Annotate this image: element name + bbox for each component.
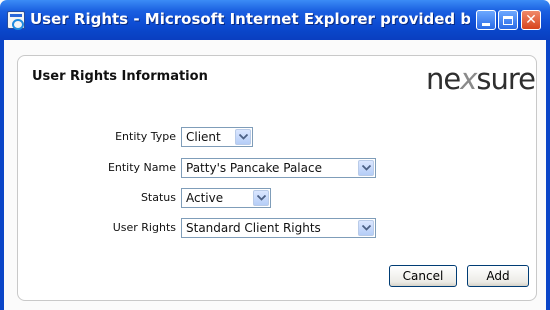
chevron-down-icon[interactable]	[253, 190, 269, 206]
entity-type-value: Client	[186, 130, 221, 144]
browser-window: User Rights - Microsoft Internet Explore…	[0, 0, 550, 310]
user-rights-value: Standard Client Rights	[186, 221, 321, 235]
title-bar[interactable]: User Rights - Microsoft Internet Explore…	[0, 0, 550, 40]
nexsure-logo: nexsure	[426, 62, 536, 96]
cancel-button[interactable]: Cancel	[389, 265, 457, 287]
logo-text-part3: sure	[476, 62, 536, 96]
window-title: User Rights - Microsoft Internet Explore…	[30, 10, 470, 28]
window-frame-right	[546, 40, 550, 310]
user-rights-select[interactable]: Standard Client Rights	[181, 218, 376, 238]
logo-text-part1: ne	[426, 62, 461, 96]
status-label: Status	[140, 191, 176, 204]
close-button[interactable]: ✕	[521, 10, 541, 30]
maximize-button[interactable]	[498, 10, 518, 30]
entity-type-select[interactable]: Client	[181, 127, 253, 147]
entity-name-select[interactable]: Patty's Pancake Palace	[181, 158, 376, 178]
logo-text-part2: x	[460, 62, 477, 96]
minimize-icon	[482, 22, 490, 26]
maximize-icon	[503, 15, 513, 25]
minimize-button[interactable]	[476, 10, 496, 30]
entity-name-value: Patty's Pancake Palace	[186, 161, 322, 175]
chevron-down-icon[interactable]	[358, 160, 374, 176]
chevron-down-icon[interactable]	[358, 220, 374, 236]
user-rights-label: User Rights	[112, 221, 176, 234]
internet-explorer-icon[interactable]	[7, 11, 25, 30]
entity-type-label: Entity Type	[115, 130, 176, 143]
status-select[interactable]: Active	[181, 188, 271, 208]
status-value: Active	[186, 191, 224, 205]
chevron-down-icon[interactable]	[235, 129, 251, 145]
close-icon: ✕	[525, 12, 537, 28]
window-frame-left	[0, 40, 4, 310]
entity-name-label: Entity Name	[107, 161, 176, 174]
panel-heading: User Rights Information	[32, 69, 208, 84]
add-button[interactable]: Add	[467, 265, 529, 287]
